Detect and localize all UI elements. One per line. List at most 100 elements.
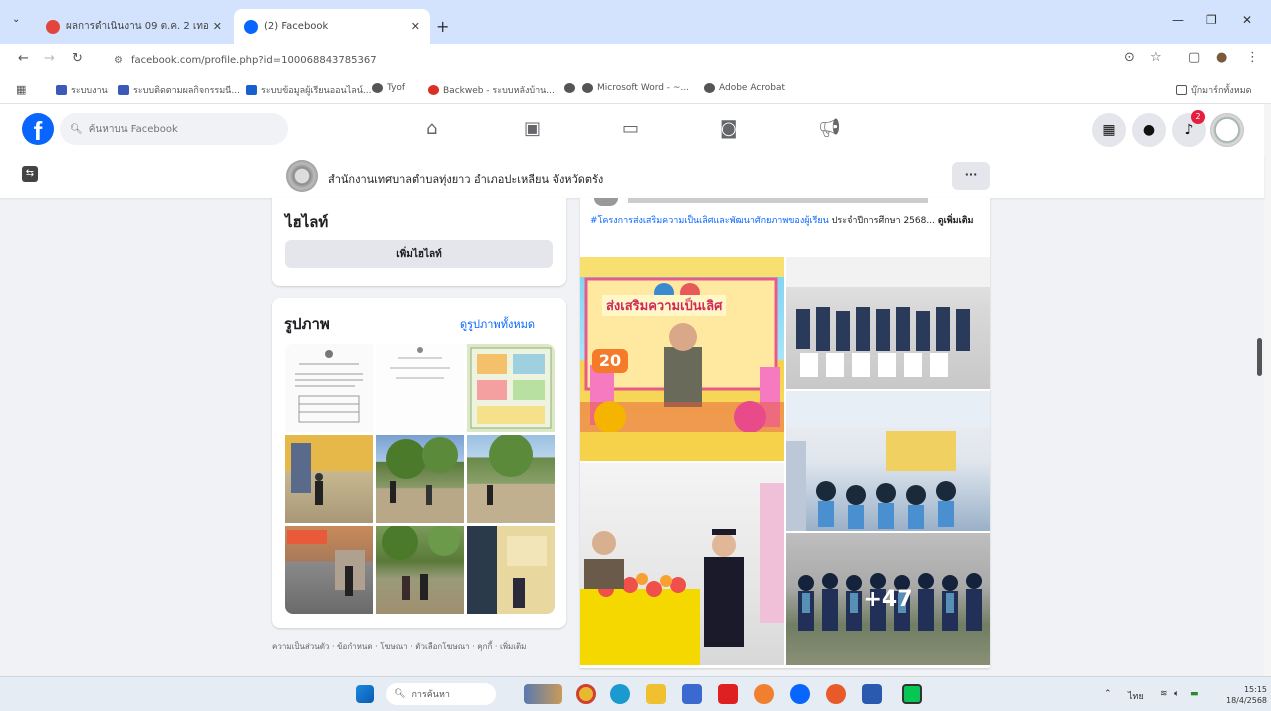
- tab-close-icon[interactable]: ✕: [213, 20, 222, 33]
- photo-thumbnail-outdoor[interactable]: [285, 435, 373, 523]
- bookmark-star-icon[interactable]: ☆: [1150, 50, 1162, 65]
- post-photo-ceremony[interactable]: [786, 391, 990, 531]
- notification-badge: 2: [1191, 110, 1205, 124]
- bookmark-favicon-icon: [246, 85, 257, 95]
- bookmark-item[interactable]: Microsoft Word - ~...: [582, 83, 689, 93]
- page-scrollbar-thumb[interactable]: [1257, 338, 1262, 376]
- photo-thumbnail-poster[interactable]: [467, 344, 555, 432]
- bookmark-item[interactable]: ระบบงาน: [56, 83, 108, 97]
- bookmark-item[interactable]: Adobe Acrobat: [704, 83, 785, 93]
- tab-search-chevron-icon[interactable]: ⌄: [12, 14, 20, 25]
- clock-date: 18/4/2568: [1226, 696, 1268, 705]
- messenger-icon[interactable]: ●: [1132, 113, 1166, 147]
- all-bookmarks-folder[interactable]: บุ๊กมาร์กทั้งหมด: [1176, 83, 1251, 97]
- footer-links[interactable]: ความเป็นส่วนตัว · ข้อกำหนด · โฆษณา · ตัว…: [272, 641, 568, 653]
- post-photo-banner[interactable]: ส่งเสริมความเป็นเลิศ 20: [580, 257, 784, 461]
- close-window-icon[interactable]: ✕: [1242, 13, 1252, 27]
- photos-app-icon[interactable]: [754, 684, 774, 704]
- add-highlight-button[interactable]: เพิ่มไฮไลท์: [285, 240, 553, 268]
- bookmark-item[interactable]: Backweb - ระบบหลังบ้าน...: [428, 83, 555, 97]
- tray-chevron-icon[interactable]: ⌃: [1104, 689, 1112, 699]
- back-arrow-icon[interactable]: ←: [18, 51, 29, 66]
- photo-thumbnail-indoor[interactable]: [467, 526, 555, 614]
- photo-thumbnail-document[interactable]: [376, 344, 464, 432]
- taskbar-search[interactable]: 🔍︎ การค้นหา: [386, 683, 496, 705]
- banner-title: ส่งเสริมความเป็นเลิศ: [602, 295, 727, 316]
- marketplace-icon[interactable]: ▭: [622, 118, 639, 139]
- tab-favicon-icon: [46, 19, 60, 34]
- see-all-photos-link[interactable]: ดูรูปภาพทั้งหมด: [460, 315, 535, 333]
- firefox-icon[interactable]: [826, 684, 846, 704]
- input-language[interactable]: ไทย: [1128, 689, 1144, 703]
- facebook-search-box[interactable]: 🔍︎: [60, 113, 288, 145]
- page-name[interactable]: สำนักงานเทศบาลตำบลทุ่งยาว อำเภอปะเหลียน …: [328, 170, 603, 188]
- bookmark-favicon-icon: [564, 83, 575, 93]
- file-explorer-icon[interactable]: [646, 684, 666, 704]
- taskbar-clock[interactable]: 15:15 18/4/2568: [1226, 684, 1267, 706]
- tab-title: (2) Facebook: [264, 21, 329, 32]
- more-photos-count[interactable]: +47: [786, 533, 990, 665]
- more-options-button[interactable]: ···: [952, 162, 990, 190]
- battery-icon[interactable]: ▬: [1190, 689, 1199, 699]
- facebook-search-input[interactable]: [88, 123, 269, 135]
- post-caption: #โครงการส่งเสริมความเป็นเลิศและพัฒนาศักย…: [590, 214, 982, 229]
- bookmark-item[interactable]: ระบบติดตามผลกิจกรรมนี...: [118, 83, 240, 97]
- menu-grid-icon[interactable]: ▦: [1092, 113, 1126, 147]
- widgets-icon[interactable]: [524, 684, 562, 704]
- highlights-title: ไฮไลท์: [285, 213, 329, 231]
- chrome-icon[interactable]: [576, 684, 596, 704]
- bookmark-item[interactable]: ระบบข้อมูลผู้เรียนออนไลน์...: [246, 83, 371, 97]
- translate-icon[interactable]: ⊙: [1124, 50, 1135, 65]
- post-photo-graduate[interactable]: [580, 463, 784, 665]
- volume-icon[interactable]: 🔈︎: [1174, 689, 1179, 699]
- groups-icon[interactable]: ◙: [720, 118, 737, 139]
- photo-thumbnail-outdoor[interactable]: [376, 524, 464, 614]
- youtube-icon[interactable]: [718, 684, 738, 704]
- account-avatar[interactable]: [1210, 113, 1244, 147]
- home-icon[interactable]: ⌂: [426, 118, 437, 139]
- browser-menu-icon[interactable]: ⋮: [1246, 50, 1259, 65]
- windows-start-icon[interactable]: [356, 685, 374, 703]
- reload-icon[interactable]: ↻: [72, 51, 83, 66]
- video-icon[interactable]: ▣: [524, 118, 541, 139]
- post-hashtag[interactable]: #โครงการส่งเสริมความเป็นเลิศและพัฒนาศักย…: [590, 216, 829, 226]
- forward-arrow-icon[interactable]: →: [44, 51, 55, 66]
- photo-thumbnail-outdoor[interactable]: [285, 526, 373, 614]
- photo-thumbnail-outdoor[interactable]: [467, 433, 555, 523]
- bookmark-favicon-icon: [582, 83, 593, 93]
- bookmark-item[interactable]: Tyof: [372, 83, 405, 93]
- tab-title: ผลการดำเนินงาน 09 ต.ค. 2 เทอม: [66, 21, 209, 32]
- store-icon[interactable]: [682, 684, 702, 704]
- bookmark-favicon-icon: [704, 83, 715, 93]
- wifi-icon[interactable]: ≋: [1160, 689, 1168, 699]
- switch-profile-icon[interactable]: ⇆: [22, 166, 38, 182]
- extensions-icon[interactable]: ▢: [1188, 50, 1200, 65]
- site-info-icon[interactable]: ⚙: [114, 55, 123, 66]
- profile-avatar-icon[interactable]: ●: [1216, 50, 1227, 65]
- minimize-icon[interactable]: —: [1172, 13, 1184, 27]
- search-icon: 🔍︎: [70, 123, 83, 135]
- apps-grid-icon[interactable]: ▦: [16, 83, 26, 96]
- bookmark-favicon-icon: [428, 85, 439, 95]
- post-photo-group[interactable]: [786, 257, 990, 389]
- photo-thumbnail-outdoor[interactable]: [376, 435, 464, 523]
- post-caption-text: ประจำปีการศึกษา 2568...: [828, 216, 935, 226]
- page-profile-picture[interactable]: [286, 160, 318, 192]
- restore-icon[interactable]: ❐: [1206, 13, 1217, 27]
- bookmark-favicon-icon: [56, 85, 67, 95]
- line-app-icon[interactable]: [902, 684, 922, 704]
- edge-icon[interactable]: [610, 684, 630, 704]
- facebook-logo[interactable]: f: [22, 113, 54, 145]
- facebook-taskbar-icon[interactable]: [790, 684, 810, 704]
- page-scrollbar-track[interactable]: [1264, 104, 1271, 676]
- browser-tab-inactive[interactable]: ผลการดำเนินงาน 09 ต.ค. 2 เทอม ✕: [36, 9, 232, 44]
- see-more-link[interactable]: ดูเพิ่มเติม: [938, 216, 974, 226]
- browser-tab-active[interactable]: (2) Facebook ✕: [234, 9, 430, 44]
- new-tab-plus-icon[interactable]: +: [436, 17, 449, 36]
- tab-close-icon[interactable]: ✕: [411, 20, 420, 33]
- megaphone-icon[interactable]: 📢︎: [818, 118, 841, 139]
- bookmark-item[interactable]: [564, 83, 579, 93]
- word-icon[interactable]: [862, 684, 882, 704]
- url-field[interactable]: ⚙ facebook.com/profile.php?id=1000688437…: [104, 48, 1104, 72]
- photo-thumbnail-document[interactable]: [285, 344, 373, 432]
